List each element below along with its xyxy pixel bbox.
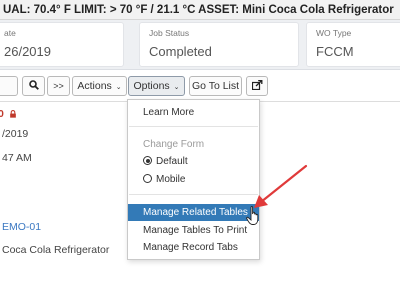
info-cards: ate 26/2019 Job Status Completed WO Type… [0, 20, 400, 70]
options-dropdown[interactable]: Options ⌄ [128, 76, 185, 96]
search-icon [28, 80, 39, 90]
date-card: ate 26/2019 [0, 22, 124, 67]
mobile-form-label: Mobile [156, 174, 186, 185]
wo-type-label: WO Type [316, 28, 352, 38]
go-to-list-label: Go To List [191, 80, 240, 92]
lock-icon [9, 110, 16, 118]
menu-item-default-form[interactable]: Default [128, 153, 259, 170]
detail-line-date: /2019 [2, 128, 29, 140]
detail-line-id: 0 [0, 108, 17, 120]
default-form-label: Default [156, 156, 188, 167]
previous-button[interactable] [0, 76, 18, 96]
share-icon [251, 79, 262, 91]
menu-divider [129, 194, 258, 195]
radio-selected-icon [143, 156, 152, 165]
job-status-card: Job Status Completed [139, 22, 299, 67]
go-to-list-button[interactable]: Go To List [189, 76, 242, 96]
options-menu: Learn More Change Form Default Mobile Ma… [127, 99, 260, 260]
radio-unselected-icon [143, 174, 152, 183]
wo-type-value: FCCM [316, 44, 354, 59]
menu-item-manage-related-tables[interactable]: Manage Related Tables [128, 204, 259, 221]
menu-item-learn-more[interactable]: Learn More [128, 104, 259, 121]
date-card-value: 26/2019 [4, 44, 51, 59]
detail-id-text: 0 [0, 108, 4, 120]
chevron-down-icon: ⌄ [173, 84, 180, 91]
menu-item-manage-record-tabs[interactable]: Manage Record Tabs [128, 239, 259, 256]
detail-line-time: 47 AM [2, 152, 32, 164]
annotation-arrow-icon [254, 164, 308, 208]
menu-item-mobile-form[interactable]: Mobile [128, 171, 259, 188]
record-title: UAL: 70.4° F LIMIT: > 70 °F / 21.1 °C AS… [0, 0, 400, 20]
chevron-down-icon: ⌄ [115, 84, 122, 91]
next-button[interactable]: >> [47, 76, 70, 96]
menu-header-change-form: Change Form [143, 139, 205, 150]
actions-label: Actions [77, 80, 112, 92]
record-toolbar: >> Actions ⌄ Options ⌄ Go To List [0, 69, 400, 102]
options-label: Options [133, 80, 170, 92]
menu-divider [129, 126, 258, 127]
detail-line-asset-name: Coca Cola Refrigerator [2, 244, 110, 256]
job-status-label: Job Status [149, 28, 190, 38]
share-button[interactable] [246, 76, 268, 96]
actions-dropdown[interactable]: Actions ⌄ [72, 76, 127, 96]
detail-line-asset-link[interactable]: EMO-01 [2, 221, 41, 233]
search-button[interactable] [22, 76, 45, 96]
wo-type-card: WO Type FCCM [306, 22, 400, 67]
record-details: 0 /2019 47 AM EMO-01 Coca Cola Refrigera… [0, 100, 125, 301]
job-status-value: Completed [149, 44, 212, 59]
date-card-label: ate [4, 28, 16, 38]
menu-item-manage-tables-to-print[interactable]: Manage Tables To Print [128, 222, 259, 239]
next-button-label: >> [53, 81, 64, 91]
